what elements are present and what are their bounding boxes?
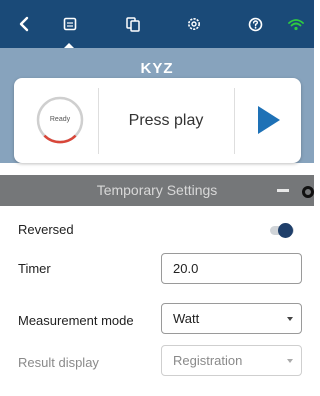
- temporary-settings-header[interactable]: Temporary Settings: [0, 175, 314, 206]
- timer-value: 20.0: [173, 261, 199, 276]
- device-panel-icon[interactable]: [59, 0, 81, 48]
- pin-marker-icon: [302, 186, 314, 198]
- reversed-toggle[interactable]: [264, 223, 296, 238]
- device-name: KYZ: [140, 60, 174, 77]
- result-display-value: Registration: [173, 353, 243, 368]
- press-play-label: Press play: [128, 112, 204, 129]
- card-divider-right: [234, 88, 235, 154]
- measurement-mode-label: Measurement mode: [18, 313, 134, 328]
- toggle-knob: [278, 223, 293, 238]
- settings-cog-icon[interactable]: [183, 0, 205, 48]
- chevron-down-icon: [287, 317, 293, 321]
- result-display-select[interactable]: Registration: [161, 345, 302, 376]
- reversed-label: Reversed: [18, 222, 74, 237]
- top-nav-bar: [0, 0, 314, 49]
- timer-label: Timer: [18, 261, 51, 276]
- wifi-icon: [286, 0, 306, 48]
- chevron-down-icon: [287, 359, 293, 363]
- back-chevron-icon[interactable]: [12, 0, 36, 48]
- result-display-label: Result display: [18, 355, 99, 370]
- timer-input[interactable]: 20.0: [161, 253, 302, 284]
- play-button[interactable]: [258, 106, 280, 134]
- collapse-icon[interactable]: [277, 189, 289, 192]
- control-card: Ready Press play: [14, 78, 301, 163]
- section-title: Temporary Settings: [96, 182, 218, 198]
- help-icon[interactable]: [244, 0, 266, 48]
- status-label: Ready: [49, 116, 71, 123]
- measurement-mode-value: Watt: [173, 311, 200, 326]
- measurement-mode-select[interactable]: Watt: [161, 303, 302, 334]
- copy-pages-icon[interactable]: [122, 0, 144, 48]
